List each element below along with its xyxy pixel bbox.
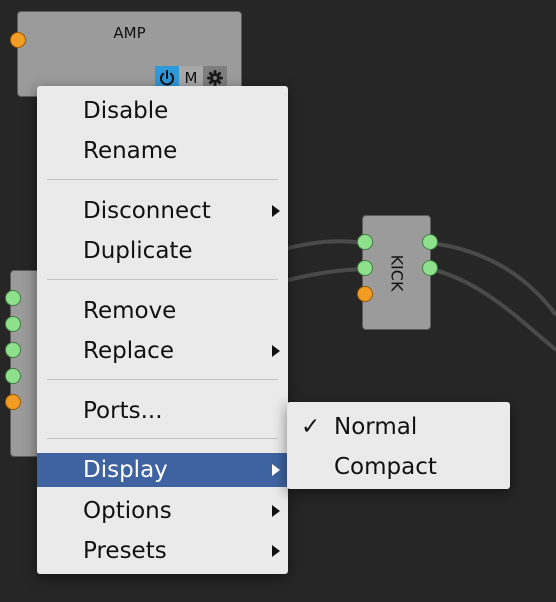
menu-item-ports[interactable]: Ports... <box>37 394 288 428</box>
menu-item-label: Presets <box>83 538 167 564</box>
submenu-arrow-icon <box>272 505 280 517</box>
amp-node[interactable]: AMP M <box>17 11 242 97</box>
menu-item-label: Ports... <box>83 398 163 424</box>
amp-node-title: AMP <box>113 24 146 42</box>
submenu-arrow-icon <box>272 205 280 217</box>
menu-item-remove[interactable]: Remove <box>37 294 288 328</box>
menu-separator <box>47 279 278 280</box>
checkmark-icon: ✓ <box>301 414 321 440</box>
wire-from-kick-top <box>429 241 556 317</box>
submenu-arrow-icon <box>272 464 280 476</box>
kick-input-port-1[interactable] <box>357 234 373 250</box>
menu-separator <box>47 438 278 439</box>
kick-input-port-2[interactable] <box>357 260 373 276</box>
menu-item-label: Options <box>83 498 172 524</box>
menu-separator <box>47 179 278 180</box>
menu-item-duplicate[interactable]: Duplicate <box>37 234 288 268</box>
menu-item-replace[interactable]: Replace <box>37 334 288 368</box>
kick-node-title: KICK <box>387 254 406 291</box>
submenu-arrow-icon <box>272 345 280 357</box>
submenu-item-normal[interactable]: ✓ Normal <box>287 410 510 444</box>
submenu-item-label: Normal <box>334 414 418 440</box>
submenu-arrow-icon <box>272 545 280 557</box>
menu-item-display[interactable]: Display <box>37 453 288 487</box>
menu-separator <box>47 379 278 380</box>
amp-input-port[interactable] <box>10 32 26 48</box>
wire-to-kick-top <box>279 239 365 252</box>
submenu-item-label: Compact <box>334 454 437 480</box>
kick-output-port-2[interactable] <box>422 260 438 276</box>
partial-node-output-port[interactable] <box>5 316 21 332</box>
menu-item-label: Disconnect <box>83 198 211 224</box>
menu-item-label: Replace <box>83 338 174 364</box>
menu-item-label: Remove <box>83 298 177 324</box>
partial-node-input-port[interactable] <box>5 394 21 410</box>
display-submenu: ✓ Normal Compact <box>287 402 510 489</box>
menu-item-disconnect[interactable]: Disconnect <box>37 194 288 228</box>
submenu-item-compact[interactable]: Compact <box>287 450 510 484</box>
menu-item-presets[interactable]: Presets <box>37 534 288 568</box>
kick-output-port-1[interactable] <box>422 234 438 250</box>
menu-item-label: Rename <box>83 138 178 164</box>
partial-node-output-port[interactable] <box>5 342 21 358</box>
wire-to-kick-bottom <box>279 267 365 284</box>
gear-icon <box>207 70 223 86</box>
menu-item-rename[interactable]: Rename <box>37 134 288 168</box>
menu-item-label: Display <box>83 457 168 483</box>
power-icon <box>160 70 174 86</box>
menu-item-label: Disable <box>83 98 169 124</box>
menu-item-disable[interactable]: Disable <box>37 94 288 128</box>
menu-item-options[interactable]: Options <box>37 494 288 528</box>
partial-node-output-port[interactable] <box>5 290 21 306</box>
wire-from-kick-bottom <box>429 267 556 352</box>
kick-node[interactable]: KICK <box>362 215 431 330</box>
menu-item-label: Duplicate <box>83 238 193 264</box>
kick-input-port-3[interactable] <box>357 286 373 302</box>
partial-node-output-port[interactable] <box>5 368 21 384</box>
context-menu: Disable Rename Disconnect Duplicate Remo… <box>37 86 288 574</box>
